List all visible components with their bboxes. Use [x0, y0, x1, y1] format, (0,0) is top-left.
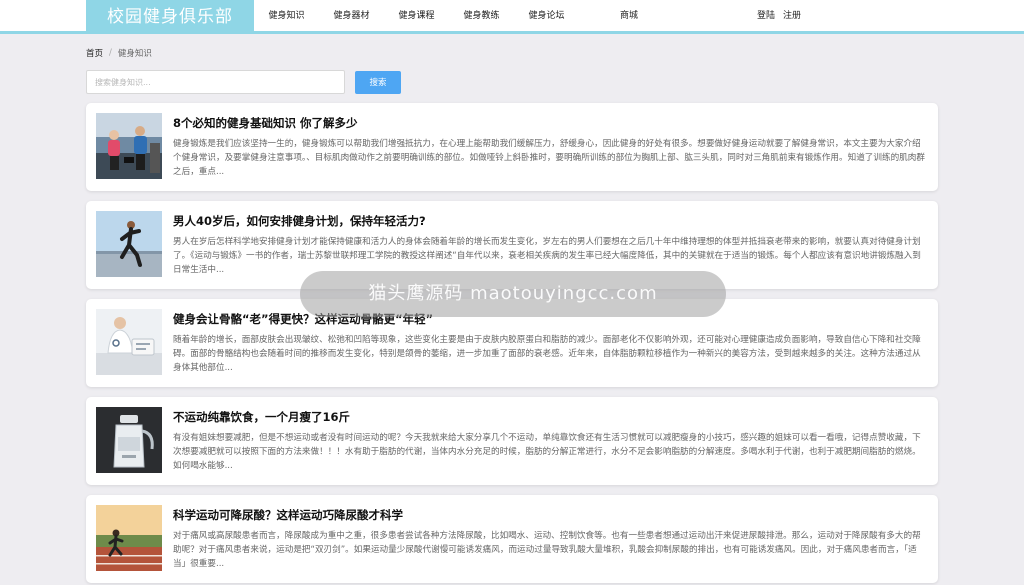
- article-summary: 随着年龄的增长，面部皮肤会出现皱纹、松弛和凹陷等现象，这些变化主要是由于皮肤内胶…: [173, 335, 921, 373]
- article-card[interactable]: 科学运动可降尿酸？这样运动巧降尿酸才科学 对于痛风或高尿酸患者而言，降尿酸成为重…: [86, 495, 938, 583]
- nav-item-fitness-knowledge[interactable]: 健身知识: [254, 0, 319, 34]
- article-summary: 对于痛风或高尿酸患者而言，降尿酸成为重中之重，很多患者尝试各种方法降尿酸，比如喝…: [173, 531, 921, 569]
- login-link[interactable]: 登陆: [757, 0, 775, 34]
- article-summary: 健身锻炼是我们应该坚持一生的，健身锻炼可以帮助我们增强抵抗力，在心理上能帮助我们…: [173, 139, 925, 177]
- register-link[interactable]: 注册: [783, 0, 801, 34]
- breadcrumb: 首页 / 健身知识: [86, 47, 152, 59]
- site-logo[interactable]: 校园健身俱乐部: [86, 0, 254, 34]
- nav-item-fitness-equipment[interactable]: 健身器材: [319, 0, 384, 34]
- article-title[interactable]: 不运动纯靠饮食，一个月瘦了16斤: [173, 409, 350, 425]
- article-title[interactable]: 科学运动可降尿酸？这样运动巧降尿酸才科学: [173, 507, 403, 523]
- article-card[interactable]: 8个必知的健身基础知识 你了解多少 健身锻炼是我们应该坚持一生的，健身锻炼可以帮…: [86, 103, 938, 191]
- doctor-photo-thumbnail[interactable]: [96, 309, 162, 375]
- gym-photo-thumbnail[interactable]: [96, 113, 162, 179]
- article-list: 8个必知的健身基础知识 你了解多少 健身锻炼是我们应该坚持一生的，健身锻炼可以帮…: [86, 103, 938, 585]
- nav-item-fitness-forum[interactable]: 健身论坛: [514, 0, 579, 34]
- auth-links: 登陆 注册: [757, 0, 801, 34]
- breadcrumb-home[interactable]: 首页: [86, 47, 103, 59]
- nav-item-fitness-courses[interactable]: 健身课程: [384, 0, 449, 34]
- track-runner-photo-thumbnail[interactable]: [96, 505, 162, 571]
- article-title[interactable]: 男人40岁后，如何安排健身计划，保持年轻活力?: [173, 213, 426, 229]
- top-navbar: 校园健身俱乐部 健身知识 健身器材 健身课程 健身教练 健身论坛 商城 登陆 注…: [0, 0, 1024, 34]
- article-card[interactable]: 不运动纯靠饮食，一个月瘦了16斤 有没有姐妹想要减肥，但是不想运动或者没有时间运…: [86, 397, 938, 485]
- search-button[interactable]: 搜索: [355, 70, 401, 94]
- main-nav: 健身知识 健身器材 健身课程 健身教练 健身论坛 商城: [254, 0, 679, 34]
- running-man-photo-thumbnail[interactable]: [96, 211, 162, 277]
- nav-item-shop[interactable]: 商城: [579, 0, 679, 34]
- article-title[interactable]: 8个必知的健身基础知识 你了解多少: [173, 115, 358, 131]
- search-bar: 搜索: [86, 70, 401, 94]
- breadcrumb-current: 健身知识: [117, 49, 152, 59]
- breadcrumb-separator: /: [109, 48, 112, 58]
- water-bottle-photo-thumbnail[interactable]: [96, 407, 162, 473]
- nav-item-fitness-coaches[interactable]: 健身教练: [449, 0, 514, 34]
- search-input[interactable]: [86, 70, 345, 94]
- article-summary: 有没有姐妹想要减肥，但是不想运动或者没有时间运动的呢？今天我就来给大家分享几个不…: [173, 433, 921, 471]
- watermark-banner: 猫头鹰源码 maotouyingcc.com: [300, 271, 726, 317]
